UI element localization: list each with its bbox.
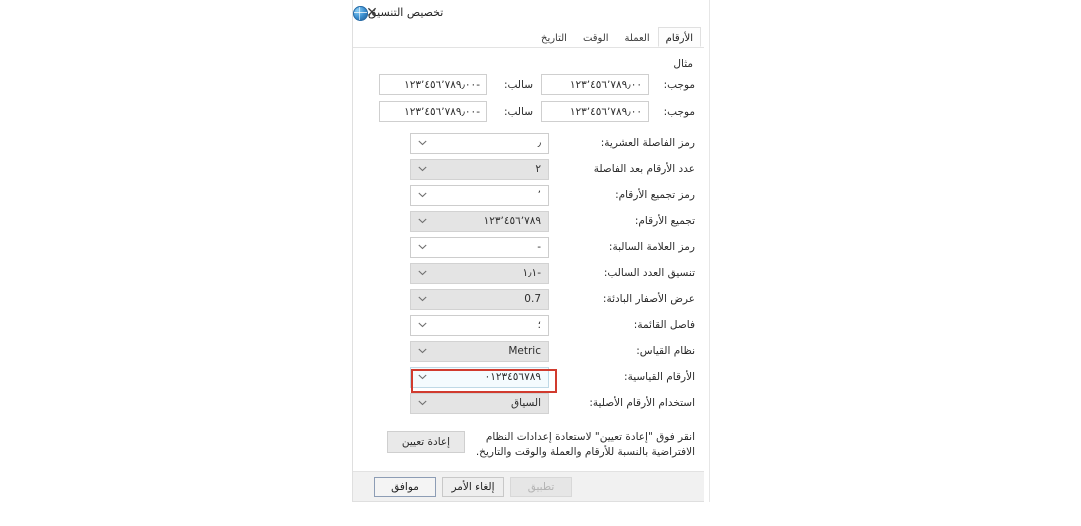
combo-leading-zeros[interactable]: 0.7: [410, 288, 549, 310]
combo-negative-number-format[interactable]: ١٫١-: [410, 262, 549, 284]
value-negative-number-format: ١٫١-: [522, 267, 542, 279]
chevron-down-icon: [415, 160, 429, 179]
value-list-separator: ؛: [537, 319, 541, 331]
value-standard-digits: ٠١٢٣٤٥٦٧٨٩: [484, 371, 541, 383]
sample-negative-value-2: ١٢٣٬٤٥٦٬٧٨٩٫٠٠-: [404, 105, 480, 118]
value-decimal-symbol: ٫: [537, 137, 541, 149]
label-decimal-symbol: رمز الفاصلة العشرية:: [600, 137, 695, 149]
chevron-down-icon: [415, 212, 429, 231]
label-standard-digits: الأرقام القياسية:: [624, 371, 695, 383]
combo-digit-grouping[interactable]: ١٢٣٬٤٥٦٬٧٨٩: [410, 210, 549, 232]
chevron-down-icon: [415, 342, 429, 361]
label-negative-number-format: تنسيق العدد السالب:: [603, 267, 695, 279]
reset-button[interactable]: إعادة تعيين: [387, 431, 465, 453]
tab-numbers-label: الأرقام: [665, 33, 693, 44]
close-icon[interactable]: ✕: [357, 2, 387, 24]
combo-negative-sign-symbol[interactable]: -: [410, 236, 549, 258]
setting-row-negative-sign-symbol: رمز العلامة السالبة: -: [367, 234, 695, 260]
label-digits-after-decimal: عدد الأرقام بعد الفاصلة: [593, 163, 695, 175]
sample-positive-value-1: ١٢٣٬٤٥٦٬٧٨٩٫٠٠: [569, 78, 642, 91]
sample-positive-value-2: ١٢٣٬٤٥٦٬٧٨٩٫٠٠: [569, 105, 642, 118]
label-measurement-system: نظام القياس:: [636, 345, 695, 357]
value-digits-after-decimal: ٢: [535, 163, 541, 175]
setting-row-leading-zeros: عرض الأصفار البادئة: 0.7: [367, 286, 695, 312]
sample-row: موجب: ١٢٣٬٤٥٦٬٧٨٩٫٠٠ سالب: ١٢٣٬٤٥٦٬٧٨٩٫٠…: [367, 74, 695, 95]
chevron-down-icon: [415, 238, 429, 257]
label-leading-zeros: عرض الأصفار البادئة:: [602, 293, 695, 305]
tab-date[interactable]: التاريخ: [533, 27, 575, 47]
dialog-body: مثال موجب: ١٢٣٬٤٥٦٬٧٨٩٫٠٠ سالب: ١٢٣٬٤٥٦٬…: [353, 48, 707, 501]
sample-positive-label-1: موجب:: [663, 78, 695, 91]
sample-negative-value-1: ١٢٣٬٤٥٦٬٧٨٩٫٠٠-: [404, 78, 480, 91]
chevron-down-icon: [415, 394, 429, 413]
reset-description: انقر فوق "إعادة تعيين" لاستعادة إعدادات …: [475, 431, 695, 458]
setting-row-digit-grouping: تجميع الأرقام: ١٢٣٬٤٥٦٬٧٨٩: [367, 208, 695, 234]
tab-time[interactable]: الوقت: [575, 27, 617, 47]
value-leading-zeros: 0.7: [524, 293, 541, 305]
reset-area: انقر فوق "إعادة تعيين" لاستعادة إعدادات …: [367, 430, 695, 460]
chevron-down-icon: [415, 368, 429, 387]
sample-negative-field-2: ١٢٣٬٤٥٦٬٧٨٩٫٠٠-: [379, 101, 487, 122]
sample-negative-field-1: ١٢٣٬٤٥٦٬٧٨٩٫٠٠-: [379, 74, 487, 95]
chevron-down-icon: [415, 264, 429, 283]
tab-currency[interactable]: العملة: [617, 27, 658, 47]
combo-decimal-symbol[interactable]: ٫: [410, 132, 549, 154]
tab-numbers[interactable]: الأرقام: [657, 27, 701, 47]
ok-button[interactable]: موافق: [374, 476, 436, 497]
label-list-separator: فاصل القائمة:: [633, 319, 695, 331]
combo-use-native-digits[interactable]: السياق: [410, 392, 549, 414]
setting-row-grouping-symbol: رمز تجميع الأرقام: ٬: [367, 182, 695, 208]
chevron-down-icon: [415, 134, 429, 153]
value-measurement-system: Metric: [508, 345, 541, 357]
sample-positive-label-2: موجب:: [663, 105, 695, 118]
tab-time-label: الوقت: [582, 33, 609, 44]
tab-currency-label: العملة: [624, 33, 650, 44]
label-negative-sign-symbol: رمز العلامة السالبة:: [608, 241, 695, 253]
settings-list: رمز الفاصلة العشرية: ٫ عدد الأرقام بعد ا…: [367, 130, 695, 416]
chevron-down-icon: [415, 316, 429, 335]
chevron-down-icon: [415, 290, 429, 309]
sample-group-title: مثال: [673, 58, 693, 70]
chevron-down-icon: [415, 186, 429, 205]
setting-row-use-native-digits: استخدام الأرقام الأصلية: السياق: [367, 390, 695, 416]
combo-list-separator[interactable]: ؛: [410, 314, 549, 336]
sample-negative-label-1: سالب:: [503, 78, 533, 91]
customize-format-dialog: تخصيص التنسيق ✕ الأرقام العملة الوقت الت…: [352, 0, 708, 502]
window-edge-strip: [704, 0, 710, 502]
combo-digits-after-decimal[interactable]: ٢: [410, 158, 549, 180]
sample-group: مثال موجب: ١٢٣٬٤٥٦٬٧٨٩٫٠٠ سالب: ١٢٣٬٤٥٦٬…: [367, 58, 695, 122]
sample-positive-field-1: ١٢٣٬٤٥٦٬٧٨٩٫٠٠: [541, 74, 649, 95]
setting-row-negative-number-format: تنسيق العدد السالب: ١٫١-: [367, 260, 695, 286]
label-grouping-symbol: رمز تجميع الأرقام:: [615, 189, 695, 201]
tab-strip: الأرقام العملة الوقت التاريخ: [353, 26, 707, 48]
cancel-button[interactable]: إلغاء الأمر: [442, 476, 504, 497]
value-negative-sign-symbol: -: [537, 241, 541, 253]
label-use-native-digits: استخدام الأرقام الأصلية:: [589, 397, 695, 409]
setting-row-list-separator: فاصل القائمة: ؛: [367, 312, 695, 338]
title-bar: تخصيص التنسيق ✕: [353, 0, 707, 26]
value-use-native-digits: السياق: [511, 397, 541, 409]
value-grouping-symbol: ٬: [537, 189, 541, 201]
sample-negative-label-2: سالب:: [503, 105, 533, 118]
combo-measurement-system[interactable]: Metric: [410, 340, 549, 362]
tab-date-label: التاريخ: [540, 33, 567, 44]
value-digit-grouping: ١٢٣٬٤٥٦٬٧٨٩: [483, 215, 541, 227]
setting-row-decimal-symbol: رمز الفاصلة العشرية: ٫: [367, 130, 695, 156]
dialog-footer: تطبيق إلغاء الأمر موافق: [353, 471, 707, 501]
apply-button[interactable]: تطبيق: [510, 476, 572, 497]
sample-positive-field-2: ١٢٣٬٤٥٦٬٧٨٩٫٠٠: [541, 101, 649, 122]
sample-row: موجب: ١٢٣٬٤٥٦٬٧٨٩٫٠٠ سالب: ١٢٣٬٤٥٦٬٧٨٩٫٠…: [367, 101, 695, 122]
combo-standard-digits[interactable]: ٠١٢٣٤٥٦٧٨٩: [410, 366, 557, 393]
combo-grouping-symbol[interactable]: ٬: [410, 184, 549, 206]
label-digit-grouping: تجميع الأرقام:: [634, 215, 695, 227]
setting-row-digits-after-decimal: عدد الأرقام بعد الفاصلة ٢: [367, 156, 695, 182]
setting-row-measurement-system: نظام القياس: Metric: [367, 338, 695, 364]
setting-row-standard-digits: الأرقام القياسية: ٠١٢٣٤٥٦٧٨٩: [367, 364, 695, 393]
